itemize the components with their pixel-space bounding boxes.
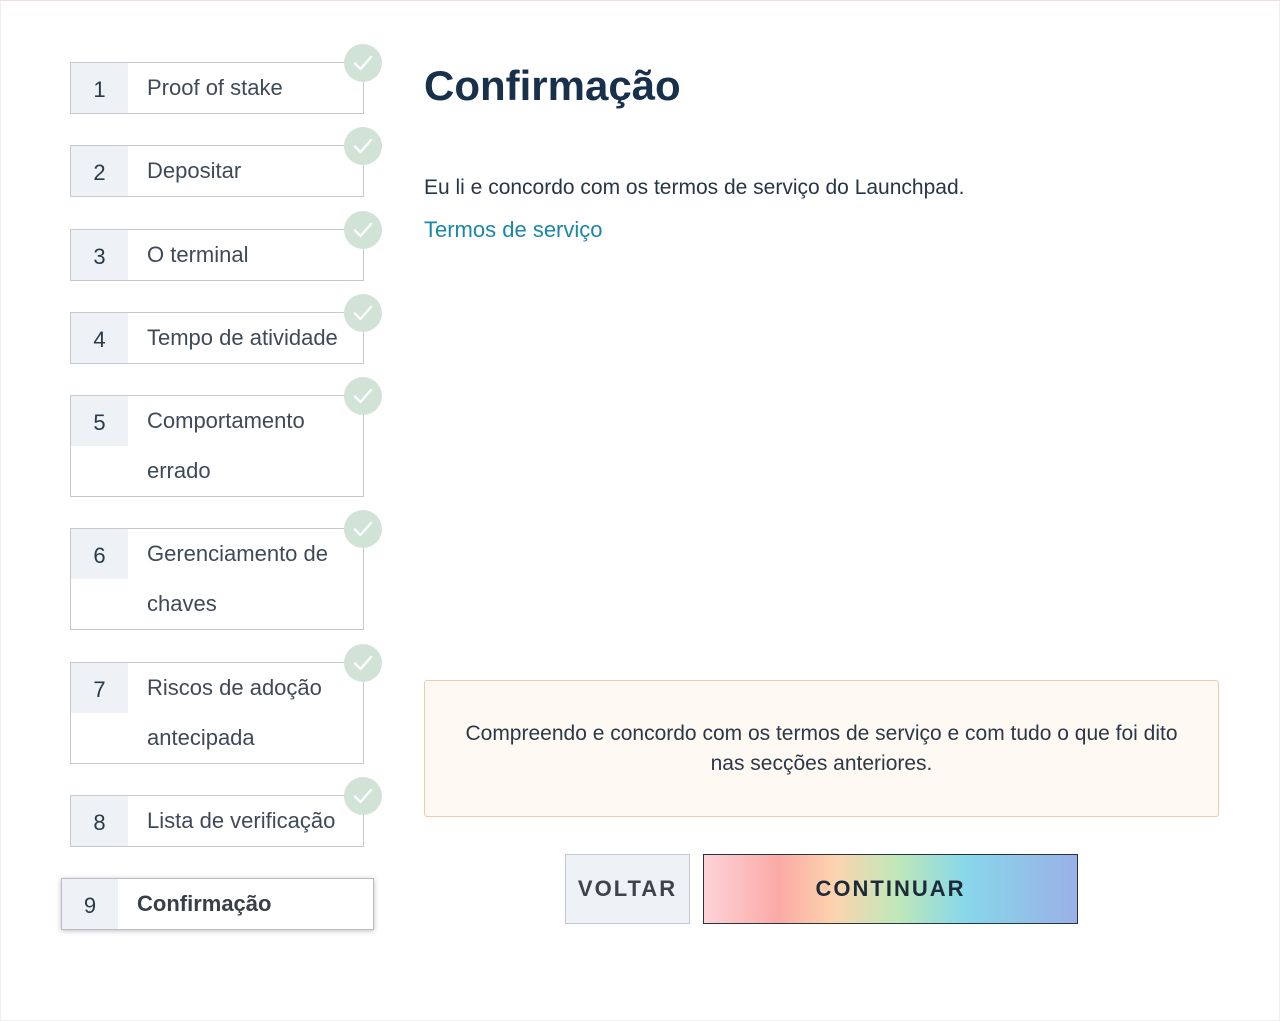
- step-number: 8: [71, 796, 128, 846]
- step-number: 5: [71, 396, 128, 446]
- step-label: Lista de verificação: [147, 808, 336, 833]
- step-label: Depositar: [147, 158, 242, 183]
- step-number: 6: [71, 529, 128, 579]
- step-depositar[interactable]: 2 Depositar: [70, 145, 364, 197]
- check-icon: [344, 44, 382, 82]
- step-label: Riscos de adoção antecipada: [147, 675, 322, 750]
- terms-statement: Eu li e concordo com os termos de serviç…: [424, 176, 965, 199]
- step-tempo-de-atividade[interactable]: 4 Tempo de atividade: [70, 312, 364, 364]
- step-proof-of-stake[interactable]: 1 Proof of stake: [70, 62, 364, 114]
- step-confirmacao-active[interactable]: 9 Confirmação: [61, 878, 374, 930]
- step-label: Confirmação: [137, 891, 272, 916]
- step-label: Gerenciamento de chaves: [147, 541, 328, 616]
- page-title: Confirmação: [424, 62, 681, 109]
- check-icon: [344, 510, 382, 548]
- step-number: 2: [71, 146, 128, 196]
- check-icon: [344, 127, 382, 165]
- step-label: O terminal: [147, 242, 249, 267]
- check-icon: [344, 211, 382, 249]
- step-number: 7: [71, 663, 128, 713]
- step-number: 9: [62, 879, 118, 929]
- step-gerenciamento-de-chaves[interactable]: 6 Gerenciamento de chaves: [70, 528, 364, 630]
- step-riscos-de-adocao-antecipada[interactable]: 7 Riscos de adoção antecipada: [70, 662, 364, 764]
- step-label: Comportamento errado: [147, 408, 305, 483]
- terms-of-service-link[interactable]: Termos de serviço: [424, 217, 603, 243]
- step-label: Proof of stake: [147, 75, 283, 100]
- step-number: 4: [71, 313, 128, 363]
- confirm-agreement-box[interactable]: Compreendo e concordo com os termos de s…: [424, 680, 1219, 817]
- step-label: Tempo de atividade: [147, 325, 338, 350]
- back-button[interactable]: VOLTAR: [565, 854, 690, 924]
- step-comportamento-errado[interactable]: 5 Comportamento errado: [70, 395, 364, 497]
- step-number: 3: [71, 230, 128, 280]
- check-icon: [344, 294, 382, 332]
- confirm-agreement-text: Compreendo e concordo com os termos de s…: [465, 721, 1178, 775]
- step-lista-de-verificacao[interactable]: 8 Lista de verificação: [70, 795, 364, 847]
- check-icon: [344, 777, 382, 815]
- check-icon: [344, 644, 382, 682]
- step-o-terminal[interactable]: 3 O terminal: [70, 229, 364, 281]
- check-icon: [344, 377, 382, 415]
- continue-button[interactable]: CONTINUAR: [703, 854, 1078, 924]
- step-number: 1: [71, 63, 128, 113]
